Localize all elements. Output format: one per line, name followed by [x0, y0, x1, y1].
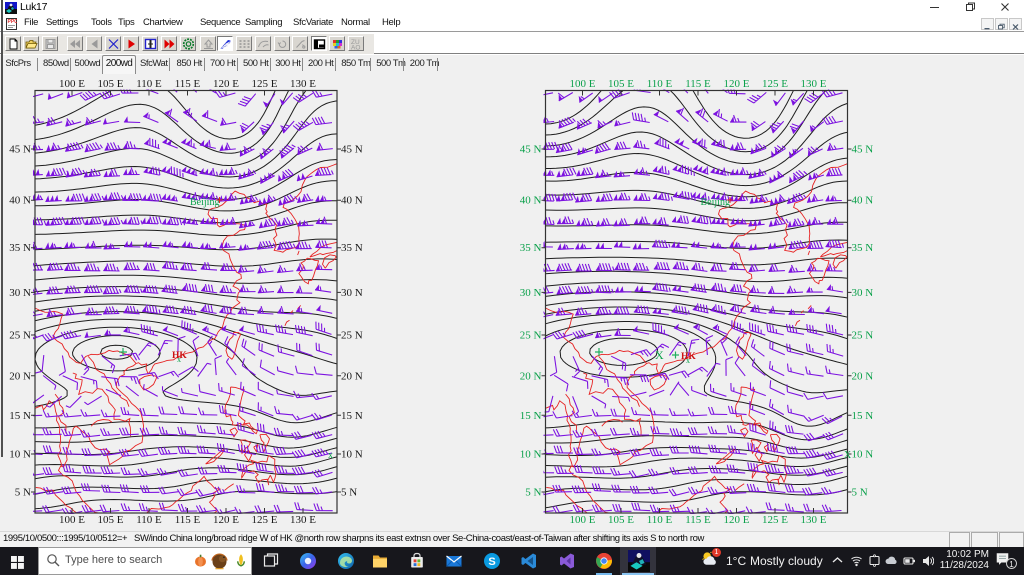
- svg-text:5 N: 5 N: [341, 487, 357, 499]
- svg-text:100 E: 100 E: [59, 514, 85, 526]
- svg-text:10 N: 10 N: [852, 449, 874, 461]
- svg-text:15 N: 15 N: [341, 410, 363, 422]
- svg-text:10 N: 10 N: [341, 449, 363, 461]
- svg-text:115 E: 115 E: [175, 78, 201, 90]
- svg-text:25 N: 25 N: [341, 330, 363, 342]
- svg-text:45 N: 45 N: [9, 144, 31, 156]
- svg-text:40 N: 40 N: [520, 195, 542, 207]
- svg-text:35 N: 35 N: [9, 242, 31, 254]
- svg-text:20 N: 20 N: [9, 370, 31, 382]
- svg-text:x: x: [328, 450, 333, 461]
- svg-text:x: x: [686, 356, 690, 365]
- svg-text:110 E: 110 E: [136, 78, 162, 90]
- svg-text:110 E: 110 E: [647, 514, 673, 526]
- svg-text:45 N: 45 N: [520, 144, 542, 156]
- svg-text:5 N: 5 N: [15, 487, 31, 499]
- svg-text:40 N: 40 N: [9, 195, 31, 207]
- svg-text:115 E: 115 E: [175, 514, 201, 526]
- svg-text:35 N: 35 N: [852, 242, 874, 254]
- svg-text:PPC: PPC: [8, 19, 18, 25]
- svg-text:Beijing: Beijing: [701, 197, 730, 208]
- svg-text:25 N: 25 N: [9, 330, 31, 342]
- svg-text:25 N: 25 N: [852, 330, 874, 342]
- svg-text:30 N: 30 N: [520, 287, 542, 299]
- svg-text:105 E: 105 E: [608, 514, 634, 526]
- svg-text:30 N: 30 N: [852, 287, 874, 299]
- svg-text:120 E: 120 E: [213, 514, 239, 526]
- svg-text:110 E: 110 E: [136, 514, 162, 526]
- svg-text:30 N: 30 N: [341, 287, 363, 299]
- svg-text:35 N: 35 N: [341, 242, 363, 254]
- svg-text:45 N: 45 N: [852, 144, 874, 156]
- svg-text:15 N: 15 N: [9, 410, 31, 422]
- svg-text:130 E: 130 E: [290, 78, 316, 90]
- svg-text:120 E: 120 E: [724, 514, 750, 526]
- svg-text:40 N: 40 N: [852, 195, 874, 207]
- svg-text:30 N: 30 N: [9, 287, 31, 299]
- svg-text:100 E: 100 E: [570, 514, 596, 526]
- svg-text:120 E: 120 E: [213, 78, 239, 90]
- svg-text:S: S: [488, 556, 495, 568]
- svg-text:10 N: 10 N: [520, 449, 542, 461]
- svg-text:40 N: 40 N: [341, 195, 363, 207]
- svg-text:125 E: 125 E: [762, 514, 788, 526]
- svg-text:35 N: 35 N: [520, 242, 542, 254]
- svg-text:115 E: 115 E: [685, 514, 711, 526]
- svg-text:25 N: 25 N: [520, 330, 542, 342]
- svg-text:5 N: 5 N: [852, 487, 868, 499]
- svg-text:125 E: 125 E: [252, 514, 278, 526]
- svg-text:130 E: 130 E: [801, 78, 827, 90]
- svg-text:20 N: 20 N: [520, 370, 542, 382]
- svg-text:20 N: 20 N: [852, 370, 874, 382]
- svg-text:115 E: 115 E: [685, 78, 711, 90]
- svg-text:100 E: 100 E: [59, 78, 85, 90]
- svg-text:125 E: 125 E: [762, 78, 788, 90]
- svg-text:Beijing: Beijing: [190, 197, 219, 208]
- svg-text:130 E: 130 E: [801, 514, 827, 526]
- svg-text:10 N: 10 N: [9, 449, 31, 461]
- svg-text:45 N: 45 N: [341, 144, 363, 156]
- svg-text:110 E: 110 E: [647, 78, 673, 90]
- svg-text:125 E: 125 E: [252, 78, 278, 90]
- svg-text:105 E: 105 E: [608, 78, 634, 90]
- svg-text:AO: AO: [351, 45, 360, 51]
- svg-text:130 E: 130 E: [290, 514, 316, 526]
- svg-text:x: x: [177, 355, 181, 364]
- svg-text:105 E: 105 E: [98, 514, 124, 526]
- svg-text:120 E: 120 E: [724, 78, 750, 90]
- svg-text:20 N: 20 N: [341, 370, 363, 382]
- svg-text:105 E: 105 E: [98, 78, 124, 90]
- svg-text:X: X: [655, 348, 664, 362]
- svg-text:100 E: 100 E: [570, 78, 596, 90]
- svg-text:X: X: [844, 450, 852, 461]
- svg-text:15 N: 15 N: [520, 410, 542, 422]
- svg-text:15 N: 15 N: [852, 410, 874, 422]
- svg-text:5 N: 5 N: [525, 487, 541, 499]
